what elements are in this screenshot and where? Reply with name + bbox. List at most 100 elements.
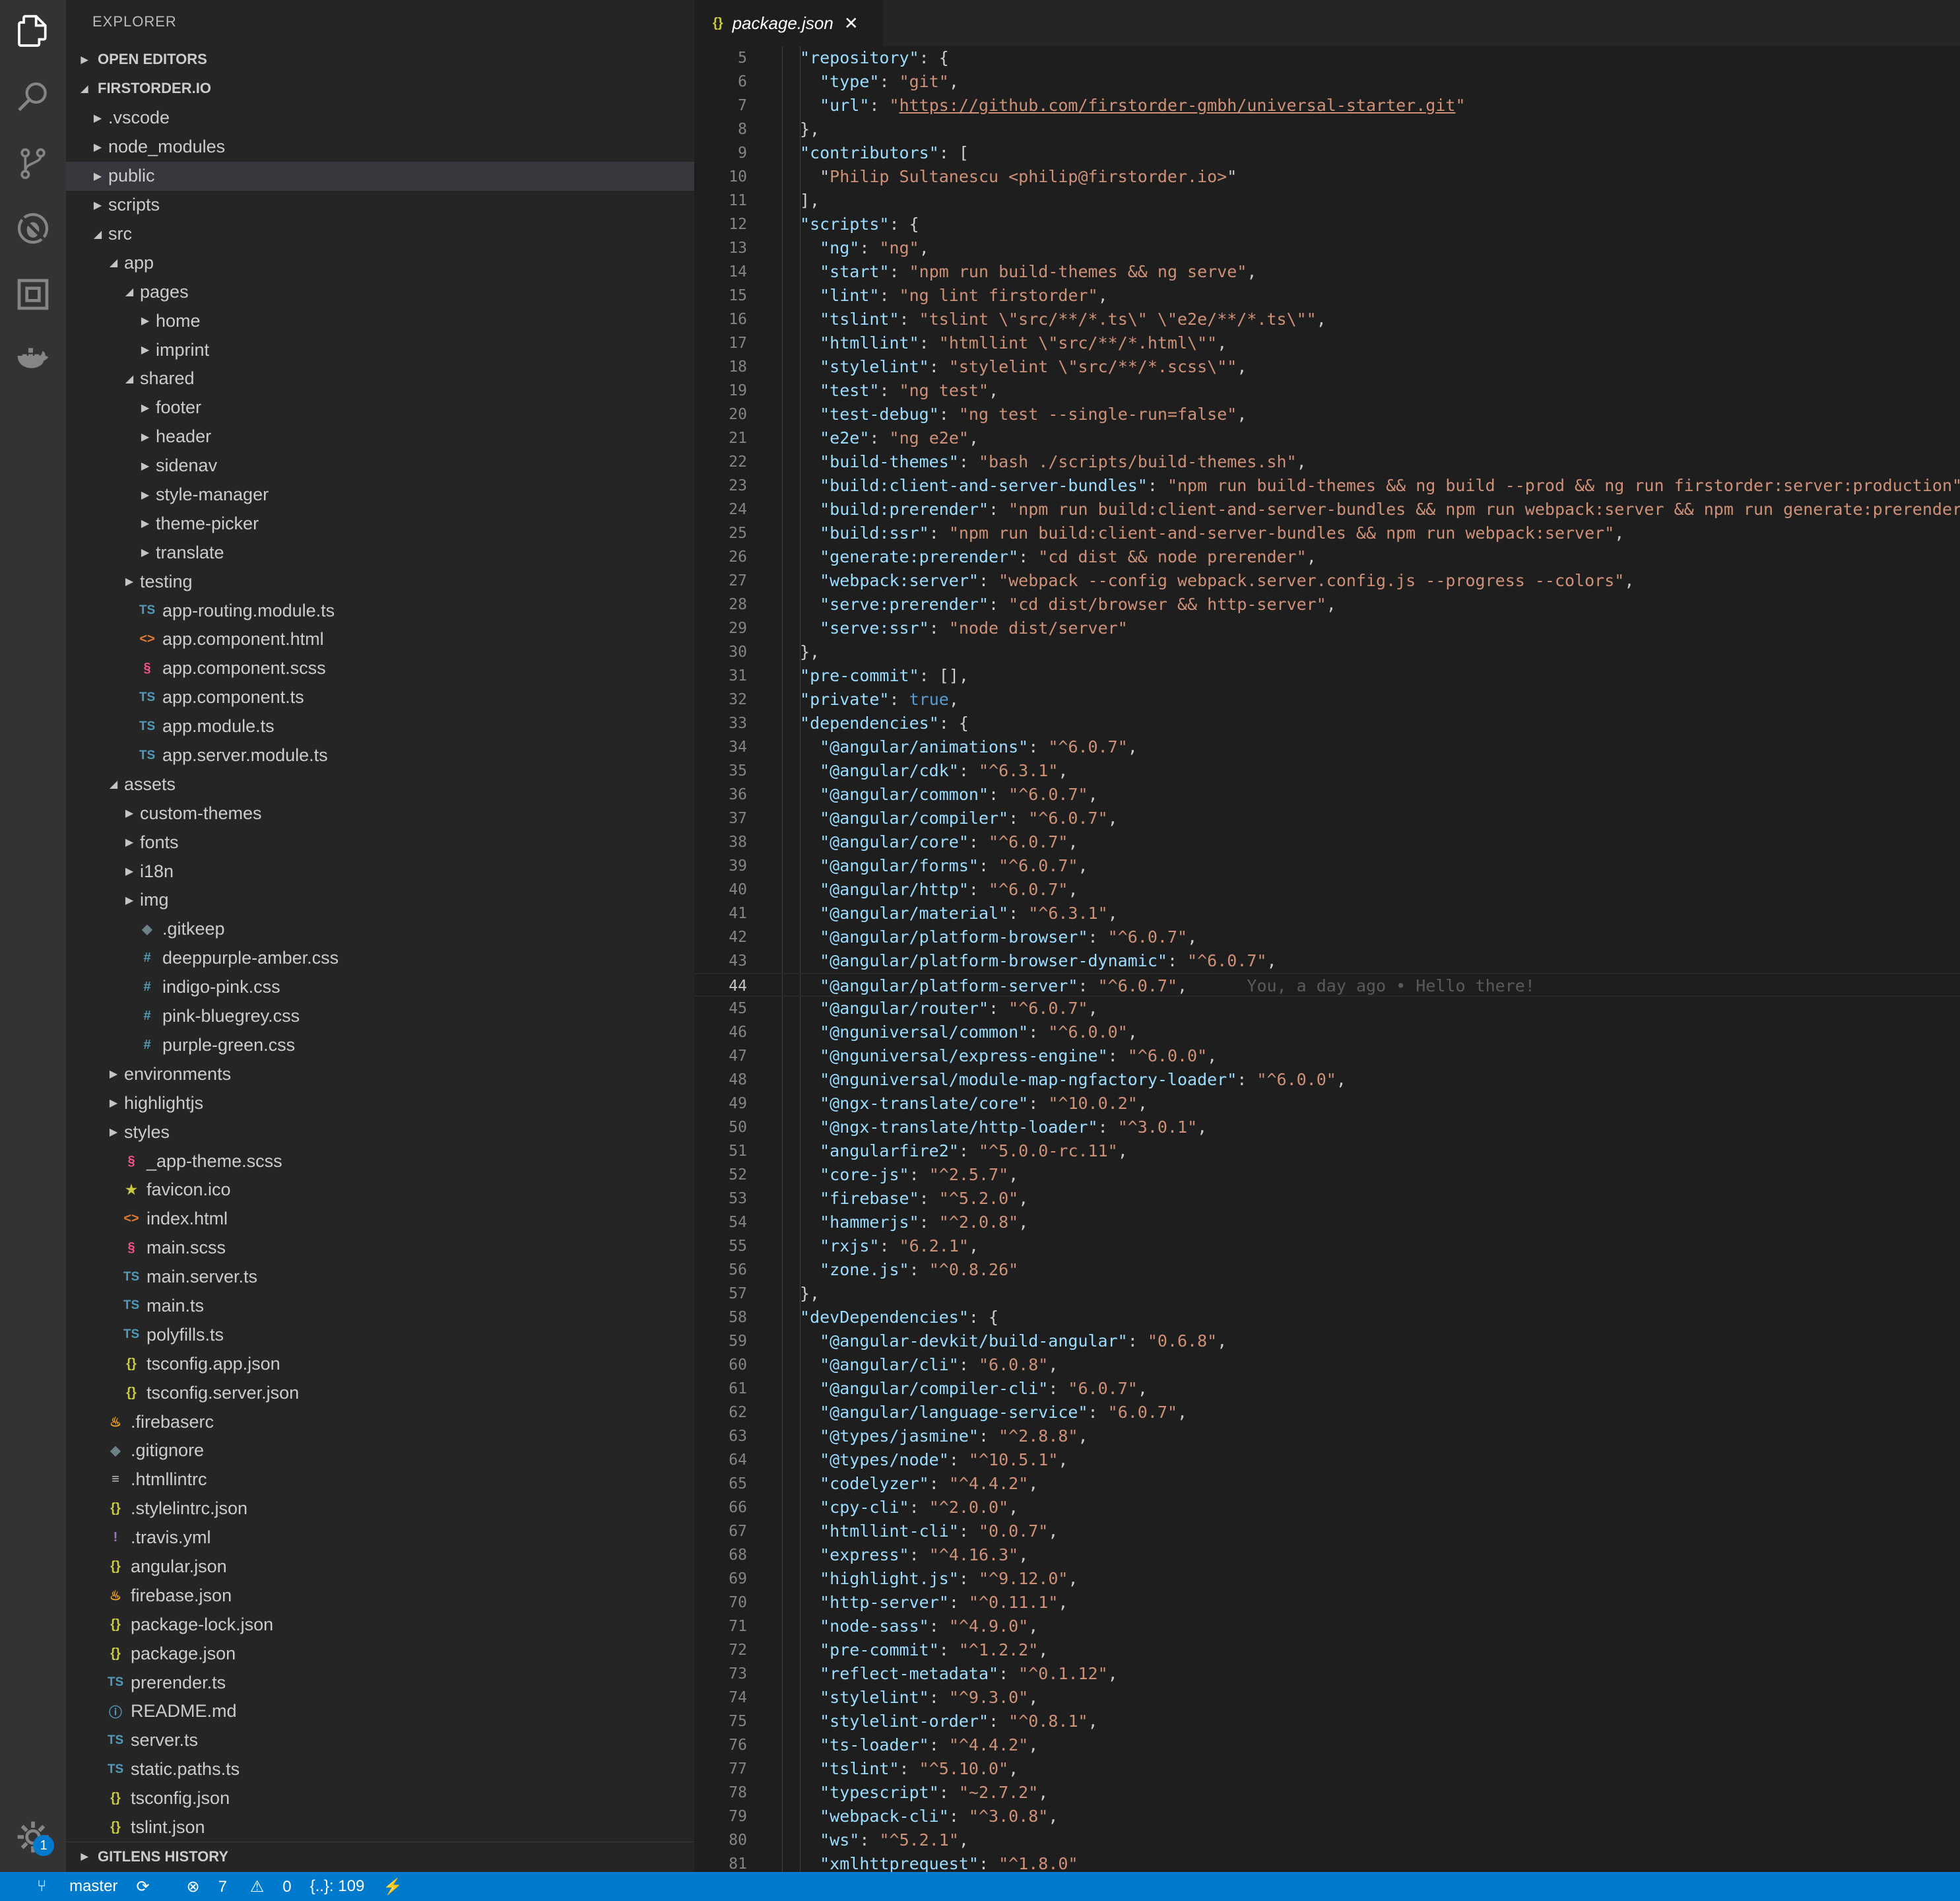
code-line[interactable]: 79 "webpack-cli": "^3.0.8", — [694, 1805, 1960, 1828]
code-line[interactable]: 36 "@angular/common": "^6.0.7", — [694, 783, 1960, 807]
code-line[interactable]: 64 "@types/node": "^10.5.1", — [694, 1448, 1960, 1472]
code-line[interactable]: 68 "express": "^4.16.3", — [694, 1543, 1960, 1567]
tree-folder[interactable]: ▶ header — [66, 422, 694, 451]
tree-file[interactable]: {} tsconfig.json — [66, 1784, 694, 1813]
files-icon[interactable] — [9, 8, 57, 55]
tree-file[interactable]: ◆ .gitkeep — [66, 915, 694, 944]
tree-folder[interactable]: ▶ imprint — [66, 335, 694, 364]
tree-file[interactable]: {} tsconfig.server.json — [66, 1378, 694, 1407]
tree-file[interactable]: {} tsconfig.app.json — [66, 1349, 694, 1378]
code-line[interactable]: 18 "stylelint": "stylelint \"src/**/*.sc… — [694, 355, 1960, 379]
tree-file[interactable]: TS app.module.ts — [66, 712, 694, 741]
tree-file[interactable]: TS app.component.ts — [66, 683, 694, 712]
code-editor[interactable]: 5 "repository": {6 "type": "git", 7 "url":… — [694, 46, 1960, 1876]
code-line[interactable]: 26 "generate:prerender": "cd dist && nod… — [694, 545, 1960, 569]
code-line[interactable]: 57}, — [694, 1282, 1960, 1306]
code-line[interactable]: 34 "@angular/animations": "^6.0.7", — [694, 735, 1960, 759]
code-line[interactable]: 20 "test-debug": "ng test --single-run=f… — [694, 403, 1960, 426]
code-line[interactable]: 23 "build:client-and-server-bundles": "n… — [694, 474, 1960, 498]
tree-file[interactable]: TS app.server.module.ts — [66, 741, 694, 770]
tree-folder[interactable]: ▶ img — [66, 886, 694, 915]
tree-folder[interactable]: ▶ home — [66, 306, 694, 335]
workspace-root-section[interactable]: ◢ FIRSTORDER.IO — [66, 74, 694, 103]
tree-folder[interactable]: ▶ theme-picker — [66, 509, 694, 538]
code-line[interactable]: 53 "firebase": "^5.2.0", — [694, 1187, 1960, 1211]
gitlens-history-section[interactable]: ▶ GITLENS HISTORY — [66, 1842, 694, 1871]
code-line[interactable]: 37 "@angular/compiler": "^6.0.7", — [694, 807, 1960, 830]
code-line[interactable]: 21 "e2e": "ng e2e", — [694, 426, 1960, 450]
code-line[interactable]: 77 "tslint": "^5.10.0", — [694, 1757, 1960, 1781]
code-line[interactable]: 13 "ng": "ng", — [694, 236, 1960, 260]
tree-file[interactable]: # purple-green.css — [66, 1031, 694, 1060]
code-line[interactable]: 58 "devDependencies": { — [694, 1306, 1960, 1329]
tree-file[interactable]: # indigo-pink.css — [66, 973, 694, 1002]
code-line[interactable]: 54 "hammerjs": "^2.0.8", — [694, 1211, 1960, 1234]
tree-folder[interactable]: ▶ custom-themes — [66, 799, 694, 828]
code-line[interactable]: 17 "htmllint": "htmllint \"src/**/*.html… — [694, 331, 1960, 355]
tree-folder[interactable]: ▶ environments — [66, 1059, 694, 1088]
tree-file[interactable]: ≡ .htmllintrc — [66, 1465, 694, 1494]
code-line[interactable]: 32 "private": true, — [694, 688, 1960, 712]
code-line[interactable]: 29 "serve:ssr": "node dist/server" — [694, 617, 1960, 640]
tree-folder[interactable]: ▶ .vscode — [66, 104, 694, 133]
code-line[interactable]: 40 "@angular/http": "^6.0.7", — [694, 878, 1960, 902]
code-line[interactable]: 60 "@angular/cli": "6.0.8", — [694, 1353, 1960, 1377]
source-control-icon[interactable] — [9, 140, 57, 187]
tree-file[interactable]: TS server.ts — [66, 1726, 694, 1755]
code-line[interactable]: 6 "type": "git", — [694, 70, 1960, 94]
code-line[interactable]: 7 "url": "https://github.com/firstorder-… — [694, 94, 1960, 117]
tree-file[interactable]: ⓘ README.md — [66, 1697, 694, 1726]
tree-file[interactable]: # deeppurple-amber.css — [66, 944, 694, 973]
tree-file[interactable]: {} tslint.json — [66, 1813, 694, 1842]
tree-file[interactable]: TS app-routing.module.ts — [66, 596, 694, 625]
code-line[interactable]: 63 "@types/jasmine": "^2.8.8", — [694, 1424, 1960, 1448]
tree-folder[interactable]: ◢ assets — [66, 770, 694, 799]
tree-file[interactable]: {} .stylelintrc.json — [66, 1494, 694, 1523]
code-line[interactable]: 43 "@angular/platform-browser-dynamic": … — [694, 949, 1960, 973]
code-line[interactable]: 27 "webpack:server": "webpack --config w… — [694, 569, 1960, 593]
code-line[interactable]: 16 "tslint": "tslint \"src/**/*.ts\" \"e… — [694, 308, 1960, 331]
code-line[interactable]: 74 "stylelint": "^9.3.0", — [694, 1686, 1960, 1710]
tree-file[interactable]: TS polyfills.ts — [66, 1320, 694, 1349]
tree-folder[interactable]: ▶ scripts — [66, 191, 694, 220]
tree-file[interactable]: ♨ firebase.json — [66, 1581, 694, 1610]
code-line[interactable]: 25 "build:ssr": "npm run build:client-an… — [694, 521, 1960, 545]
tab-package-json[interactable]: {} package.json ✕ — [694, 0, 883, 46]
code-line[interactable]: 47 "@nguniversal/express-engine": "^6.0.… — [694, 1044, 1960, 1068]
code-line[interactable]: 71 "node-sass": "^4.9.0", — [694, 1615, 1960, 1638]
code-line[interactable]: 76 "ts-loader": "^4.4.2", — [694, 1733, 1960, 1757]
code-line[interactable]: 66 "cpy-cli": "^2.0.0", — [694, 1496, 1960, 1519]
docker-icon[interactable] — [9, 337, 57, 384]
problems-indicator[interactable]: ⊗ 7 ⚠ 0 — [168, 1877, 292, 1896]
code-line[interactable]: 19 "test": "ng test", — [694, 379, 1960, 403]
code-line[interactable]: 45 "@angular/router": "^6.0.7", — [694, 997, 1960, 1020]
tree-folder[interactable]: ▶ public — [66, 161, 694, 191]
tree-folder[interactable]: ▶ i18n — [66, 857, 694, 886]
tree-file[interactable]: <> app.component.html — [66, 625, 694, 654]
debug-icon[interactable] — [9, 205, 57, 252]
code-line[interactable]: 12 "scripts": { — [694, 213, 1960, 236]
code-line[interactable]: 11], — [694, 189, 1960, 213]
close-icon[interactable]: ✕ — [844, 13, 859, 34]
code-line[interactable]: 35 "@angular/cdk": "^6.3.1", — [694, 759, 1960, 783]
code-line[interactable]: 28 "serve:prerender": "cd dist/browser &… — [694, 593, 1960, 617]
tree-file[interactable]: ◆ .gitignore — [66, 1436, 694, 1465]
tree-file[interactable]: TS prerender.ts — [66, 1668, 694, 1697]
json-symbol-count[interactable]: {..}: 109 — [310, 1877, 365, 1896]
lightning-icon[interactable]: ⚡ — [383, 1877, 403, 1896]
code-line[interactable]: 61 "@angular/compiler-cli": "6.0.7", — [694, 1377, 1960, 1401]
code-line[interactable]: 65 "codelyzer": "^4.4.2", — [694, 1472, 1960, 1496]
tree-file[interactable]: TS main.ts — [66, 1292, 694, 1321]
tree-file[interactable]: ★ favicon.ico — [66, 1176, 694, 1205]
code-line[interactable]: 52 "core-js": "^2.5.7", — [694, 1163, 1960, 1187]
tree-folder[interactable]: ▶ testing — [66, 567, 694, 596]
tree-file[interactable]: # pink-bluegrey.css — [66, 1002, 694, 1031]
tree-folder[interactable]: ▶ styles — [66, 1117, 694, 1147]
code-line[interactable]: 8}, — [694, 117, 1960, 141]
tree-file[interactable]: ♨ .firebaserc — [66, 1407, 694, 1436]
tree-file[interactable]: {} angular.json — [66, 1552, 694, 1582]
tree-folder[interactable]: ▶ node_modules — [66, 133, 694, 162]
tree-file[interactable]: TS main.server.ts — [66, 1263, 694, 1292]
code-line[interactable]: 55 "rxjs": "6.2.1", — [694, 1234, 1960, 1258]
tree-folder[interactable]: ▶ highlightjs — [66, 1088, 694, 1117]
